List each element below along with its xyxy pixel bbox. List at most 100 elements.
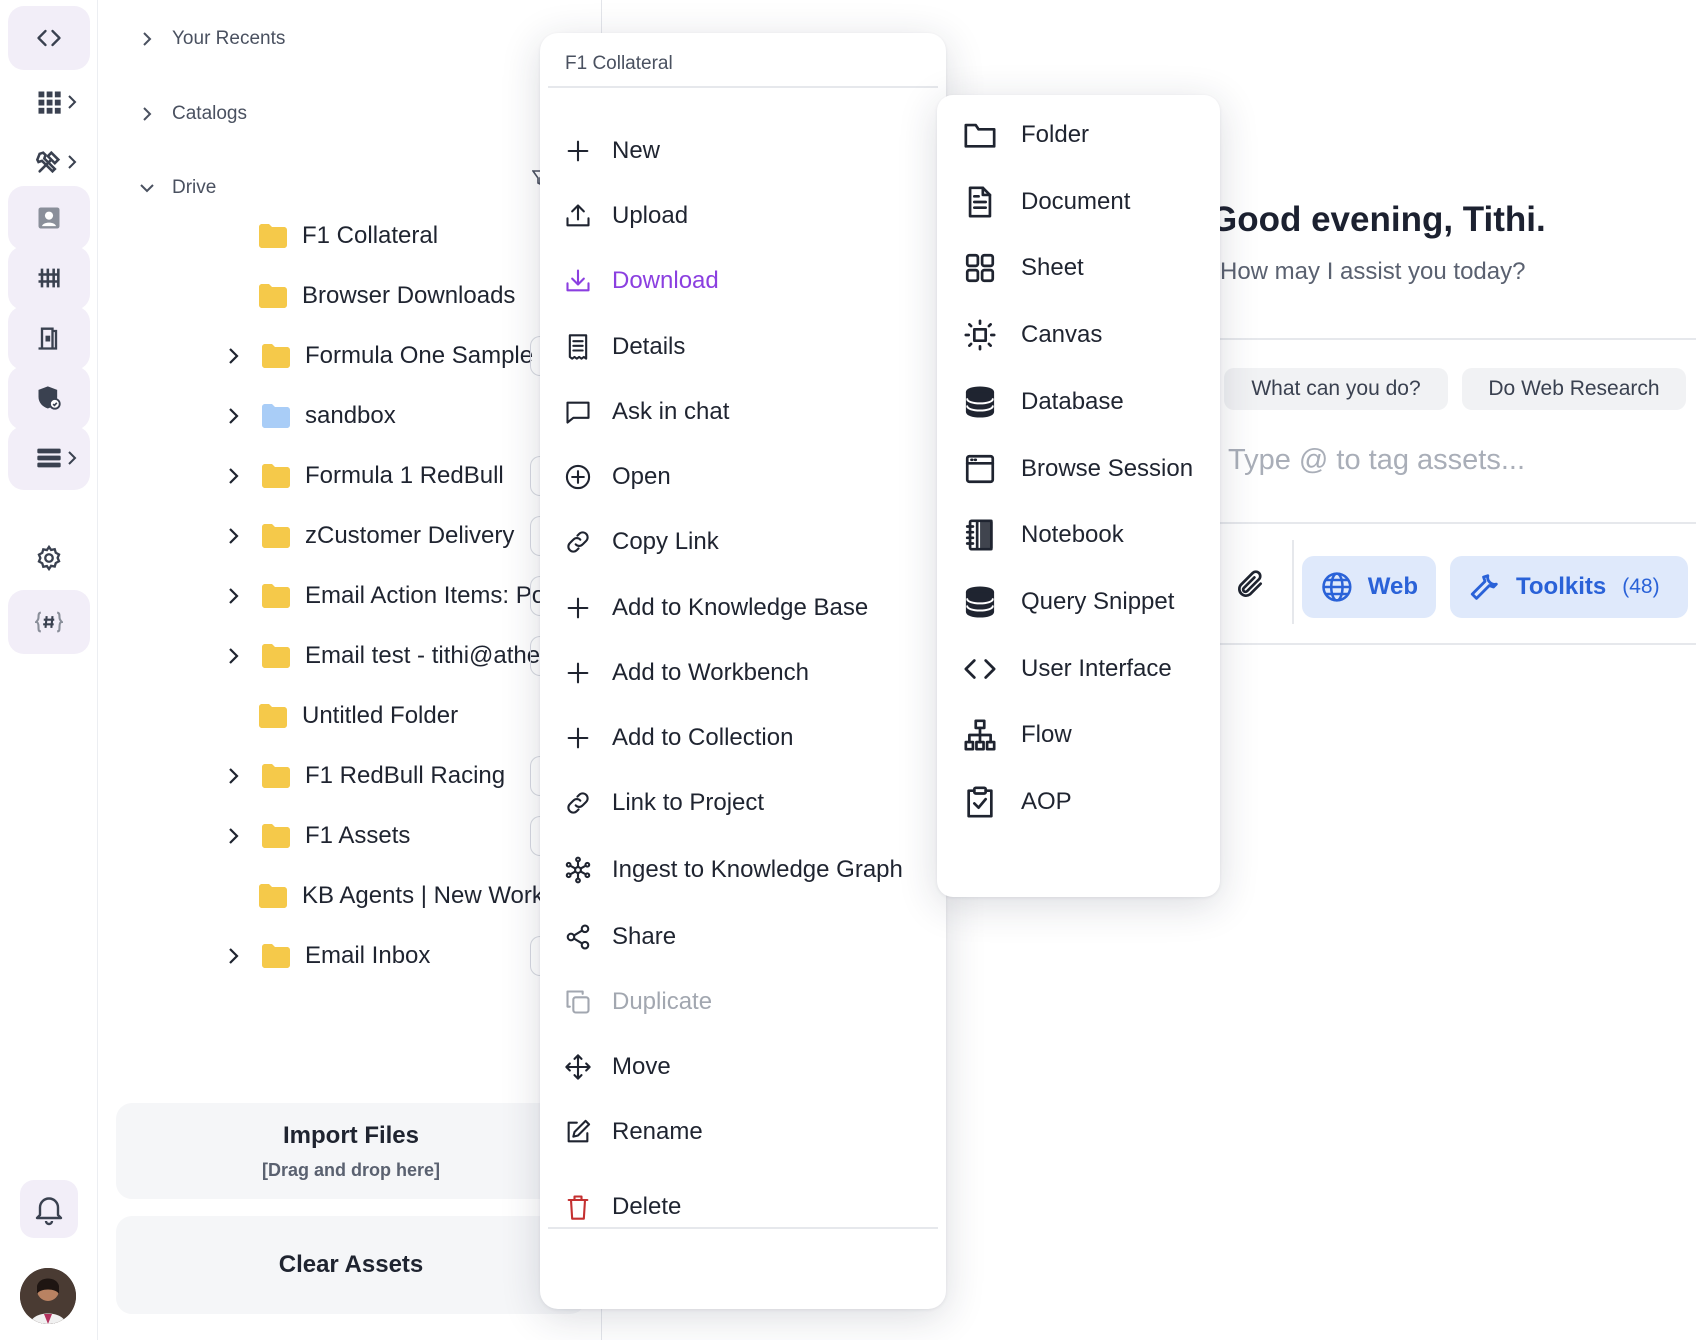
menu-item-add-to-knowledge-base[interactable]: Add to Knowledge Base — [564, 578, 868, 638]
tree-item[interactable]: F1 Assets — [223, 814, 410, 858]
chevron-right-icon — [229, 588, 239, 604]
app-rail — [0, 0, 98, 1340]
menu-item-open[interactable]: Open — [564, 447, 671, 507]
sliders-icon — [38, 268, 60, 288]
toolkits-button[interactable]: Toolkits (48) — [1450, 556, 1688, 618]
new-notebook[interactable]: Notebook — [963, 505, 1124, 565]
paperclip-icon[interactable] — [1234, 568, 1266, 602]
menu-item-share[interactable]: Share — [564, 907, 676, 967]
tree-item[interactable]: Formula 1 RedBull — [223, 454, 504, 498]
tree-item-label: Email Inbox — [305, 942, 431, 969]
menu-item-label: Add to Collection — [612, 724, 794, 751]
edit-icon — [567, 1119, 591, 1143]
new-flow[interactable]: Flow — [963, 705, 1072, 765]
suggestion-web-research[interactable]: Do Web Research — [1462, 368, 1686, 410]
settings-button[interactable] — [8, 526, 90, 590]
new-aop[interactable]: AOP — [963, 772, 1072, 832]
database-icon — [965, 386, 995, 418]
menu-item-label: Details — [612, 333, 686, 360]
tree-item[interactable]: Browser Downloads — [258, 274, 515, 318]
share-icon — [566, 924, 590, 950]
folder-icon — [262, 524, 290, 548]
notifications-button[interactable] — [20, 1180, 78, 1238]
menu-item-label: Copy Link — [612, 528, 719, 555]
menu-item-move[interactable]: Move — [564, 1037, 671, 1097]
context-menu-title: F1 Collateral — [565, 53, 673, 74]
tools-button[interactable] — [8, 130, 90, 194]
menu-item-ask-in-chat[interactable]: Ask in chat — [564, 382, 729, 442]
storage-button[interactable] — [8, 426, 90, 490]
menu-item-copy-link[interactable]: Copy Link — [564, 512, 719, 572]
section-drive[interactable]: Drive — [138, 177, 216, 199]
folder-icon — [259, 284, 287, 308]
menu-item-ingest-to-knowledge-graph[interactable]: Ingest to Knowledge Graph — [564, 840, 903, 900]
folder-icon — [262, 464, 290, 488]
menu-item-label: Move — [612, 1053, 671, 1080]
apps-button[interactable] — [8, 70, 90, 134]
tree-item[interactable]: sandbox — [223, 394, 396, 438]
chat-input[interactable]: Type @ to tag assets... — [1228, 444, 1525, 477]
menu-item-new[interactable]: New — [564, 121, 660, 181]
chevron-right-icon — [229, 408, 239, 424]
menu-item-download[interactable]: Download — [564, 251, 719, 311]
user-avatar-image — [20, 1268, 76, 1324]
tree-item[interactable]: Email Inbox — [223, 934, 430, 978]
new-document[interactable]: Document — [963, 172, 1130, 232]
new-browse-session[interactable]: Browse Session — [963, 439, 1193, 499]
tree-item[interactable]: Untitled Folder — [258, 694, 458, 738]
tree-item[interactable]: F1 Collateral — [258, 214, 438, 258]
tree-item[interactable]: zCustomer Delivery — [223, 514, 514, 558]
menu-item-add-to-collection[interactable]: Add to Collection — [564, 708, 793, 768]
import-files-dropzone[interactable]: Import Files [Drag and drop here] — [116, 1103, 586, 1199]
new-canvas[interactable]: Canvas — [963, 305, 1102, 365]
menu-item-label: Add to Knowledge Base — [612, 594, 869, 621]
contacts-button[interactable] — [8, 186, 90, 250]
wrench-icon — [1470, 574, 1498, 600]
menu-item-label: Upload — [612, 202, 689, 229]
menu-item-label: Rename — [612, 1118, 703, 1145]
menu-item-add-to-workbench[interactable]: Add to Workbench — [564, 643, 809, 703]
menu-item-rename[interactable]: Rename — [564, 1102, 703, 1162]
sheet-icon — [965, 254, 995, 283]
suggestion-what-can-you-do[interactable]: What can you do? — [1224, 368, 1448, 410]
controls-button[interactable] — [8, 246, 90, 310]
menu-item-label: Duplicate — [612, 988, 713, 1015]
import-hint: [Drag and drop here] — [261, 1159, 440, 1180]
section-catalogs[interactable]: Catalogs — [138, 103, 247, 125]
exit-button[interactable] — [8, 306, 90, 370]
new-query-snippet[interactable]: Query Snippet — [963, 572, 1174, 632]
menu-item-duplicate[interactable]: Duplicate — [564, 972, 712, 1032]
web-toggle[interactable]: Web — [1302, 556, 1436, 618]
folder-icon — [259, 704, 287, 728]
hash-braces-icon — [35, 611, 63, 633]
new-sheet[interactable]: Sheet — [963, 238, 1084, 298]
menu-item-details[interactable]: Details — [564, 317, 685, 377]
submenu-item-label: Canvas — [1021, 321, 1103, 349]
section-label: Drive — [172, 177, 217, 198]
chevron-right-icon — [229, 648, 239, 664]
menu-item-label: Link to Project — [612, 789, 765, 816]
security-button[interactable] — [8, 366, 90, 430]
folder-icon — [262, 344, 290, 368]
code-view-button[interactable] — [8, 6, 90, 70]
context-menu: F1 Collateral New Upload Download Details As… — [540, 33, 946, 1309]
new-submenu: Folder Document Sheet Canvas Database Browse … — [937, 95, 1220, 897]
database-icon — [965, 586, 995, 618]
menu-divider — [548, 1227, 938, 1229]
menu-item-upload[interactable]: Upload — [564, 186, 688, 246]
avatar[interactable] — [20, 1268, 76, 1324]
menu-item-link-to-project[interactable]: Link to Project — [564, 773, 764, 833]
browser-icon — [965, 454, 995, 483]
section-your-recents[interactable]: Your Recents — [138, 28, 285, 50]
new-user-interface[interactable]: User Interface — [963, 639, 1172, 699]
chevron-right-icon — [68, 155, 77, 169]
plus-icon — [567, 140, 589, 162]
clear-assets-button[interactable]: Clear Assets — [116, 1216, 586, 1314]
new-folder[interactable]: Folder — [963, 105, 1089, 165]
variables-button[interactable] — [8, 590, 90, 654]
trash-icon — [567, 1195, 589, 1220]
new-database[interactable]: Database — [963, 372, 1124, 432]
tree-item[interactable]: F1 RedBull Racing — [223, 754, 505, 798]
graph-icon — [565, 856, 591, 884]
divider — [1220, 338, 1696, 340]
